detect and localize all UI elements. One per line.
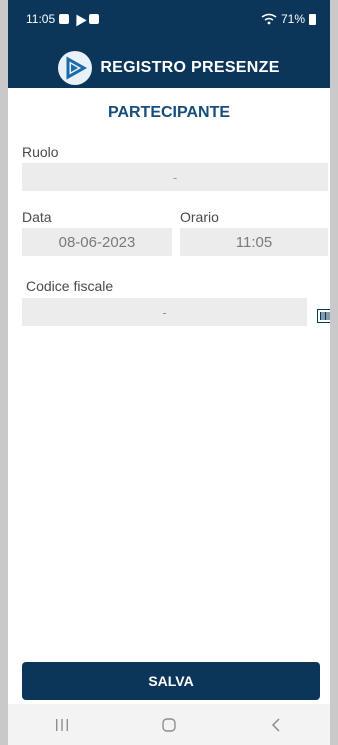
status-left: 11:05 <box>26 11 100 27</box>
brand: REGISTRO PRESENZE <box>8 50 330 86</box>
app-header: 11:05 71% REGISTRO PRESENZE <box>8 0 330 88</box>
data-field[interactable]: 08-06-2023 <box>22 228 172 256</box>
recent-apps-icon[interactable] <box>50 713 74 737</box>
status-bar: 11:05 71% <box>26 10 316 28</box>
codice-fiscale-label: Codice fiscale <box>26 278 114 294</box>
ruolo-field[interactable]: - <box>22 163 328 191</box>
mail-icon <box>89 14 100 24</box>
orario-field[interactable]: 11:05 <box>180 228 328 256</box>
app-title: REGISTRO PRESENZE <box>100 59 280 76</box>
status-time: 11:05 <box>26 12 56 26</box>
system-nav-bar <box>8 704 330 745</box>
data-label: Data <box>22 209 52 225</box>
app-screen: 11:05 71% REGISTRO PRESENZE PARTECIPANTE… <box>0 0 338 745</box>
back-icon[interactable] <box>264 713 288 737</box>
app-logo-icon <box>58 51 93 85</box>
page-title: PARTECIPANTE <box>107 104 231 121</box>
telegram-icon <box>71 11 87 27</box>
home-icon[interactable] <box>157 713 181 737</box>
battery-icon <box>309 13 316 25</box>
orario-label: Orario <box>180 209 219 225</box>
gallery-icon <box>59 14 70 24</box>
wifi-signal-icon <box>261 13 277 25</box>
barcode-scan-icon[interactable] <box>317 307 330 325</box>
status-right: 71% <box>261 12 316 26</box>
battery-percent: 71% <box>280 12 305 26</box>
ruolo-label: Ruolo <box>22 144 59 160</box>
save-button[interactable]: SALVA <box>22 662 320 700</box>
codice-fiscale-field[interactable]: - <box>22 298 307 326</box>
